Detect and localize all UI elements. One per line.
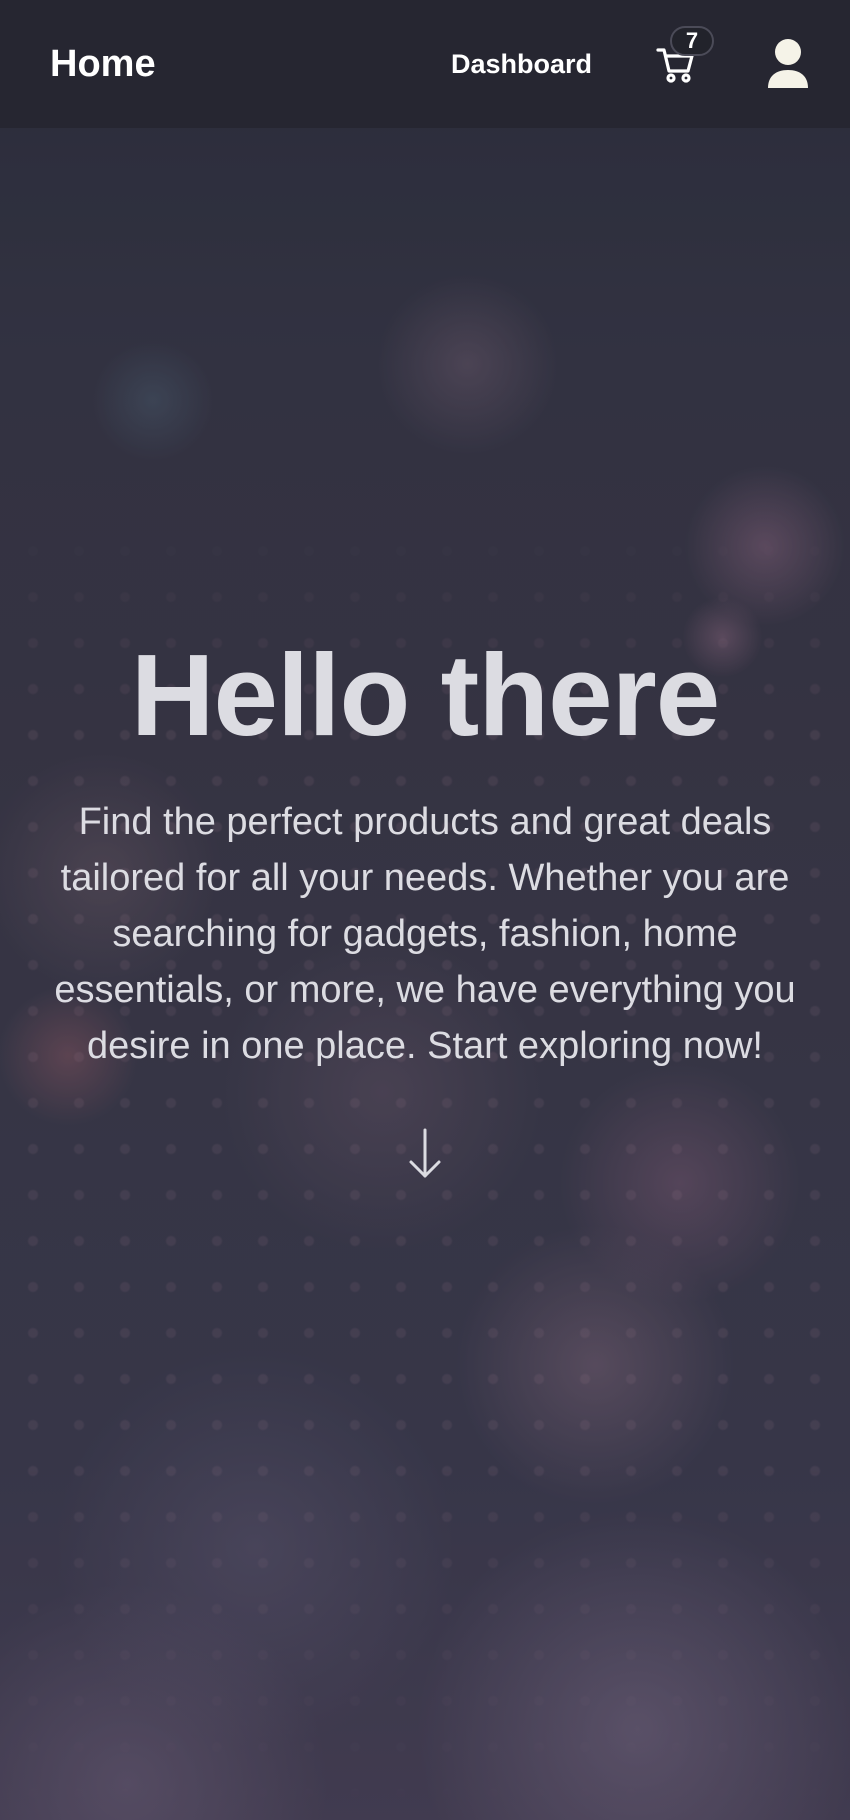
page: Hello there Find the perfect products an… [0,0,850,1820]
user-button[interactable] [766,38,810,90]
hero-title: Hello there [130,630,720,760]
hero-section: Hello there Find the perfect products an… [0,0,850,1820]
cart-count-badge: 7 [670,26,714,56]
dashboard-link[interactable]: Dashboard [451,49,592,80]
user-icon [768,39,808,88]
cart-button[interactable]: 7 [656,26,714,84]
home-link[interactable]: Home [50,43,451,86]
hero-description: Find the perfect products and great deal… [54,800,796,1067]
navbar: Home Dashboard 7 [0,0,850,128]
arrow-down-icon[interactable] [405,1126,445,1182]
